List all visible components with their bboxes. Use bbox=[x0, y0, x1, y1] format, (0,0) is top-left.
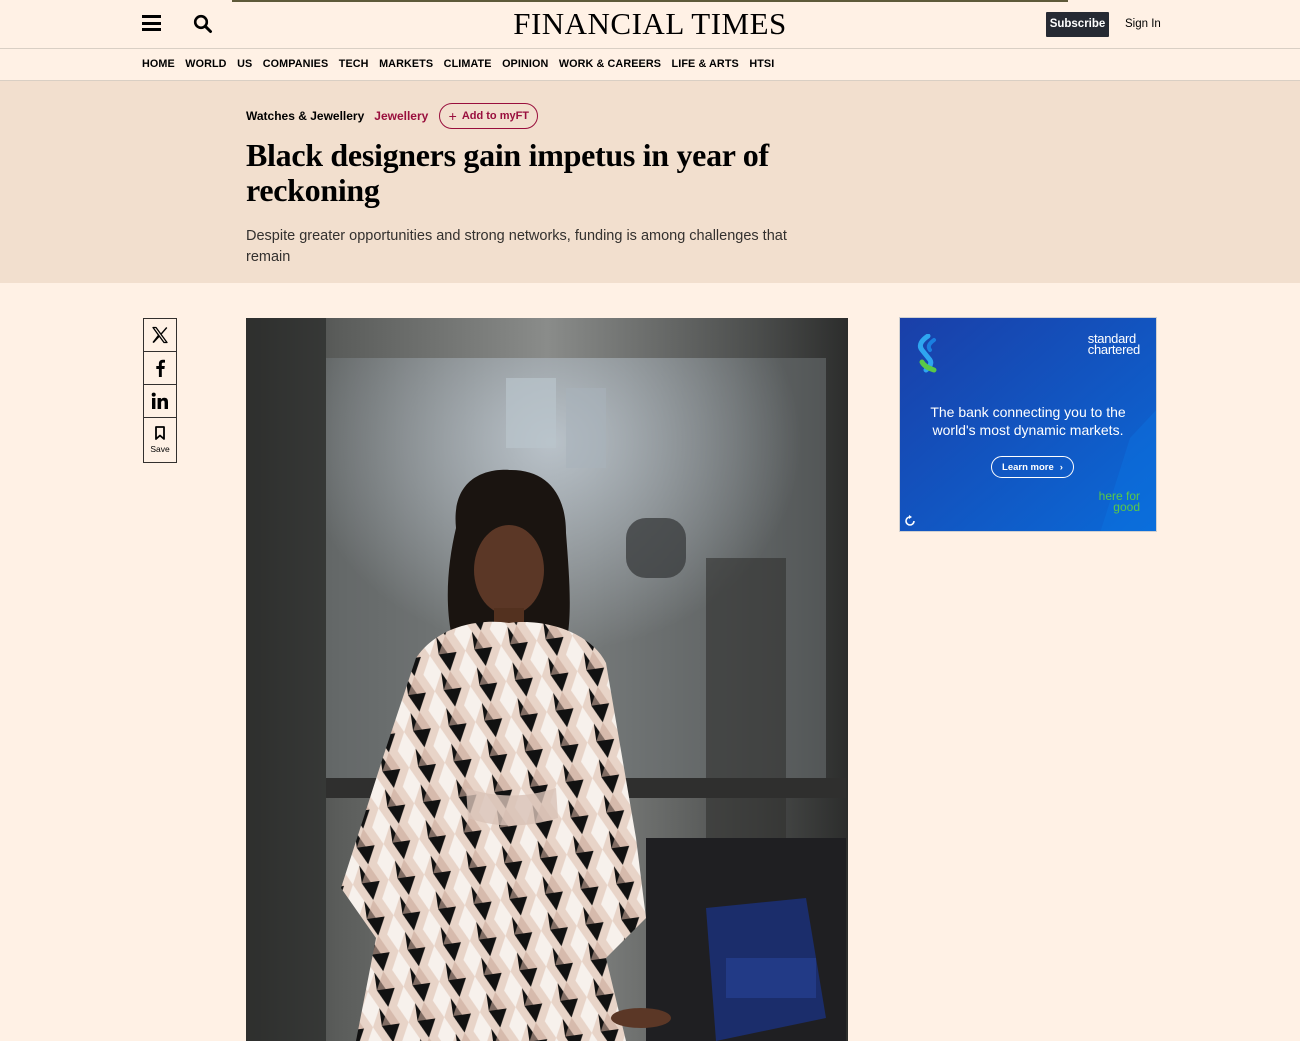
main-nav: HOME WORLD US COMPANIES TECH MARKETS CLI… bbox=[0, 49, 1300, 81]
ad-brand-line2: chartered bbox=[1087, 342, 1141, 357]
nav-item-climate[interactable]: CLIMATE bbox=[444, 58, 492, 70]
share-rail: Save bbox=[143, 318, 177, 463]
facebook-icon bbox=[156, 359, 165, 377]
replay-icon[interactable] bbox=[903, 514, 917, 528]
share-linkedin-button[interactable] bbox=[143, 384, 177, 418]
add-to-myft-button[interactable]: + Add to myFT bbox=[439, 103, 539, 129]
lead-image-portrait bbox=[246, 318, 848, 1041]
save-label: Save bbox=[150, 444, 170, 454]
top-accent-line bbox=[232, 0, 1068, 2]
ad-learn-more-label: Learn more bbox=[1002, 461, 1054, 473]
plus-icon: + bbox=[448, 108, 457, 124]
ad-learn-more-button[interactable]: Learn more › bbox=[991, 456, 1074, 478]
nav-item-markets[interactable]: MARKETS bbox=[379, 58, 433, 70]
nav-item-work-careers[interactable]: WORK & CAREERS bbox=[559, 58, 661, 70]
save-button[interactable]: Save bbox=[143, 417, 177, 463]
sign-in-link[interactable]: Sign In bbox=[1125, 18, 1161, 30]
nav-item-tech[interactable]: TECH bbox=[339, 58, 369, 70]
subscribe-button[interactable]: Subscribe bbox=[1046, 12, 1109, 37]
nav-item-htsi[interactable]: HTSI bbox=[749, 58, 774, 70]
section-link[interactable]: Watches & Jewellery bbox=[246, 109, 364, 123]
ad-brand-name: standard chartered bbox=[1087, 332, 1141, 357]
ad-tagline-line2: good bbox=[1113, 500, 1140, 514]
nav-item-life-arts[interactable]: LIFE & ARTS bbox=[672, 58, 739, 70]
nav-item-world[interactable]: WORLD bbox=[185, 58, 226, 70]
breadcrumb: Watches & Jewellery Jewellery + Add to m… bbox=[246, 103, 539, 129]
chevron-right-icon: › bbox=[1059, 461, 1063, 473]
ad-message: The bank connecting you to the world's m… bbox=[930, 404, 1126, 438]
advertisement-banner[interactable]: standard chartered The bank connecting y… bbox=[899, 317, 1157, 532]
nav-item-companies[interactable]: COMPANIES bbox=[263, 58, 329, 70]
standard-chartered-logo-icon bbox=[917, 334, 937, 373]
linkedin-icon bbox=[151, 392, 168, 409]
share-x-button[interactable] bbox=[143, 318, 177, 352]
ad-tagline: here for good bbox=[1099, 490, 1140, 514]
nav-item-opinion[interactable]: OPINION bbox=[502, 58, 548, 70]
nav-item-home[interactable]: HOME bbox=[142, 58, 175, 70]
top-bar: FINANCIAL TIMES Subscribe Sign In bbox=[0, 0, 1300, 49]
share-facebook-button[interactable] bbox=[143, 351, 177, 385]
bookmark-icon bbox=[155, 426, 165, 440]
article-headline: Black designers gain impetus in year of … bbox=[246, 137, 769, 208]
add-to-myft-label: Add to myFT bbox=[461, 110, 530, 122]
x-icon bbox=[152, 326, 168, 344]
topic-link[interactable]: Jewellery bbox=[374, 109, 428, 123]
article-standfirst: Despite greater opportunities and strong… bbox=[246, 228, 787, 265]
article-header: Watches & Jewellery Jewellery + Add to m… bbox=[0, 81, 1300, 283]
nav-item-us[interactable]: US bbox=[237, 58, 252, 70]
